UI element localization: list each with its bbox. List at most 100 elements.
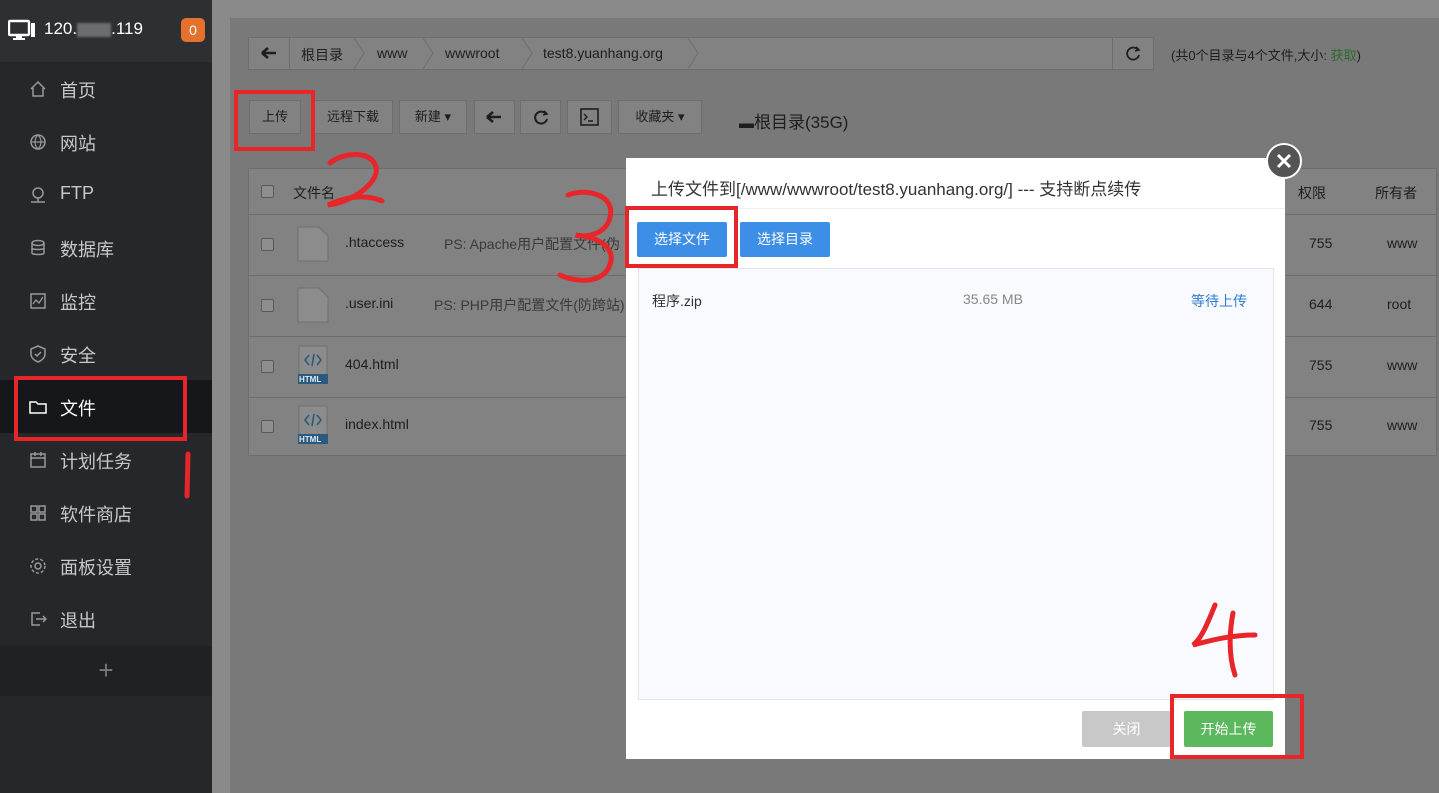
select-all-checkbox[interactable] [261, 185, 274, 198]
sidebar-item-monitor[interactable]: 监控 [0, 274, 212, 327]
refresh-icon [1126, 46, 1141, 61]
upload-file-size: 35.65 MB [963, 291, 1023, 307]
sidebar-item-label: 退出 [60, 611, 96, 631]
crumb-separator [687, 38, 699, 69]
dialog-header: 上传文件到[/www/wwwroot/test8.yuanhang.org/] … [626, 158, 1285, 209]
gear-icon [30, 558, 46, 574]
crumb-separator [422, 38, 434, 69]
row-checkbox[interactable] [261, 238, 274, 251]
sidebar-item-label: 首页 [60, 81, 96, 101]
sidebar-item-ftp[interactable]: FTP [0, 168, 212, 221]
col-permission[interactable]: 权限 [1298, 183, 1326, 203]
file-name[interactable]: 404.html [345, 356, 399, 372]
home-icon [30, 80, 46, 97]
dir-summary: (共0个目录与4个文件,大小: 获取) [1171, 48, 1361, 63]
file-permission[interactable]: 755 [1309, 417, 1332, 433]
crumb-site[interactable]: test8.yuanhang.org [543, 45, 663, 61]
path-breadcrumb: 根目录 www wwwroot test8.yuanhang.org [248, 37, 1154, 70]
message-count-badge[interactable]: 0 [181, 18, 205, 42]
sidebar-item-database[interactable]: 数据库 [0, 221, 212, 274]
crumb-separator [353, 38, 365, 69]
path-back-button[interactable] [249, 38, 290, 69]
calendar-icon [30, 452, 46, 468]
server-ip: 120. .119 [44, 19, 143, 38]
sidebar-item-home[interactable]: 首页 [0, 62, 212, 115]
crumb-root[interactable]: 根目录 [301, 45, 343, 65]
sidebar-item-logout[interactable]: 退出 [0, 592, 212, 645]
upload-file-name: 程序.zip [652, 293, 702, 309]
server-header: 120. .119 0 [0, 0, 212, 62]
new-dropdown-button[interactable]: 新建 ▾ [399, 100, 467, 134]
terminal-button[interactable] [567, 100, 612, 134]
html-badge: HTML [299, 375, 322, 384]
file-name[interactable]: .htaccess [345, 234, 404, 250]
new-label: 新建 [414, 109, 441, 124]
file-note: PS: PHP用户配置文件(防跨站) [434, 297, 625, 313]
close-icon [1276, 153, 1292, 169]
upload-file-status: 等待上传 [1191, 293, 1247, 309]
sidebar-item-label: 计划任务 [60, 452, 132, 472]
caret-down-icon: ▾ [678, 109, 685, 124]
file-permission[interactable]: 755 [1309, 235, 1332, 251]
file-owner: www [1387, 357, 1418, 373]
terminal-icon [580, 108, 599, 126]
path-refresh-button[interactable] [1112, 38, 1153, 69]
back-button[interactable] [474, 100, 515, 134]
crumb-wwwroot[interactable]: wwwroot [445, 45, 499, 61]
sidebar-menu: 首页 网站 FTP 数据库 监控 安全 文件 计划任务 软件商店 面板设置 退出 [0, 62, 212, 645]
disk-indicator[interactable]: ▬根目录(35G) [739, 108, 848, 133]
sidebar-item-label: 面板设置 [60, 558, 132, 578]
sidebar-item-label: 监控 [60, 293, 96, 313]
file-permission[interactable]: 755 [1309, 357, 1332, 373]
monitor-chart-icon [30, 293, 46, 309]
favorites-dropdown-button[interactable]: 收藏夹 ▾ [618, 100, 702, 134]
hard-drive-icon: ▬ [739, 115, 754, 132]
logout-icon [31, 612, 47, 626]
file-owner: www [1387, 417, 1418, 433]
file-name[interactable]: .user.ini [345, 295, 393, 311]
sidebar-item-label: FTP [60, 183, 94, 203]
annotation-number-3 [557, 189, 614, 283]
file-permission[interactable]: 644 [1309, 296, 1332, 312]
sidebar-item-label: 软件商店 [60, 505, 132, 525]
arrow-left-icon [486, 111, 501, 123]
annotation-box-select-files [625, 206, 738, 268]
crumb-www[interactable]: www [377, 45, 407, 61]
row-checkbox[interactable] [261, 299, 274, 312]
file-icon [297, 226, 329, 262]
sidebar-item-label: 网站 [60, 134, 96, 154]
select-directory-button[interactable]: 选择目录 [740, 222, 830, 257]
file-owner: www [1387, 235, 1418, 251]
monitor-icon [8, 19, 35, 40]
row-checkbox[interactable] [261, 360, 274, 373]
row-checkbox[interactable] [261, 420, 274, 433]
dialog-close-button[interactable] [1266, 143, 1302, 179]
file-name[interactable]: index.html [345, 416, 409, 432]
sidebar-item-security[interactable]: 安全 [0, 327, 212, 380]
sidebar-item-website[interactable]: 网站 [0, 115, 212, 168]
col-owner[interactable]: 所有者 [1375, 183, 1417, 203]
annotation-box-start-upload [1170, 694, 1304, 759]
refresh-button[interactable] [520, 100, 561, 134]
close-button[interactable]: 关闭 [1082, 711, 1171, 747]
file-owner: root [1387, 296, 1412, 312]
get-size-link[interactable]: 获取 [1331, 48, 1357, 63]
globe-icon [30, 134, 46, 150]
caret-down-icon: ▾ [444, 109, 452, 124]
crumb-separator [521, 38, 533, 69]
html-badge: HTML [299, 435, 322, 444]
grid-icon [30, 505, 46, 521]
database-icon [31, 239, 45, 256]
sidebar-item-settings[interactable]: 面板设置 [0, 539, 212, 592]
annotation-number-4 [1191, 602, 1258, 678]
favorites-label: 收藏夹 [635, 109, 675, 124]
refresh-icon [534, 110, 549, 125]
add-button[interactable]: + [0, 646, 212, 696]
sidebar-item-label: 数据库 [60, 240, 114, 260]
shield-icon [30, 345, 46, 363]
annotation-box-upload [234, 90, 315, 151]
remote-download-button[interactable]: 远程下载 [313, 100, 393, 134]
file-icon [297, 287, 329, 323]
dialog-title: 上传文件到[/www/wwwroot/test8.yuanhang.org/] … [651, 180, 1142, 199]
annotation-number-1 [184, 451, 191, 499]
